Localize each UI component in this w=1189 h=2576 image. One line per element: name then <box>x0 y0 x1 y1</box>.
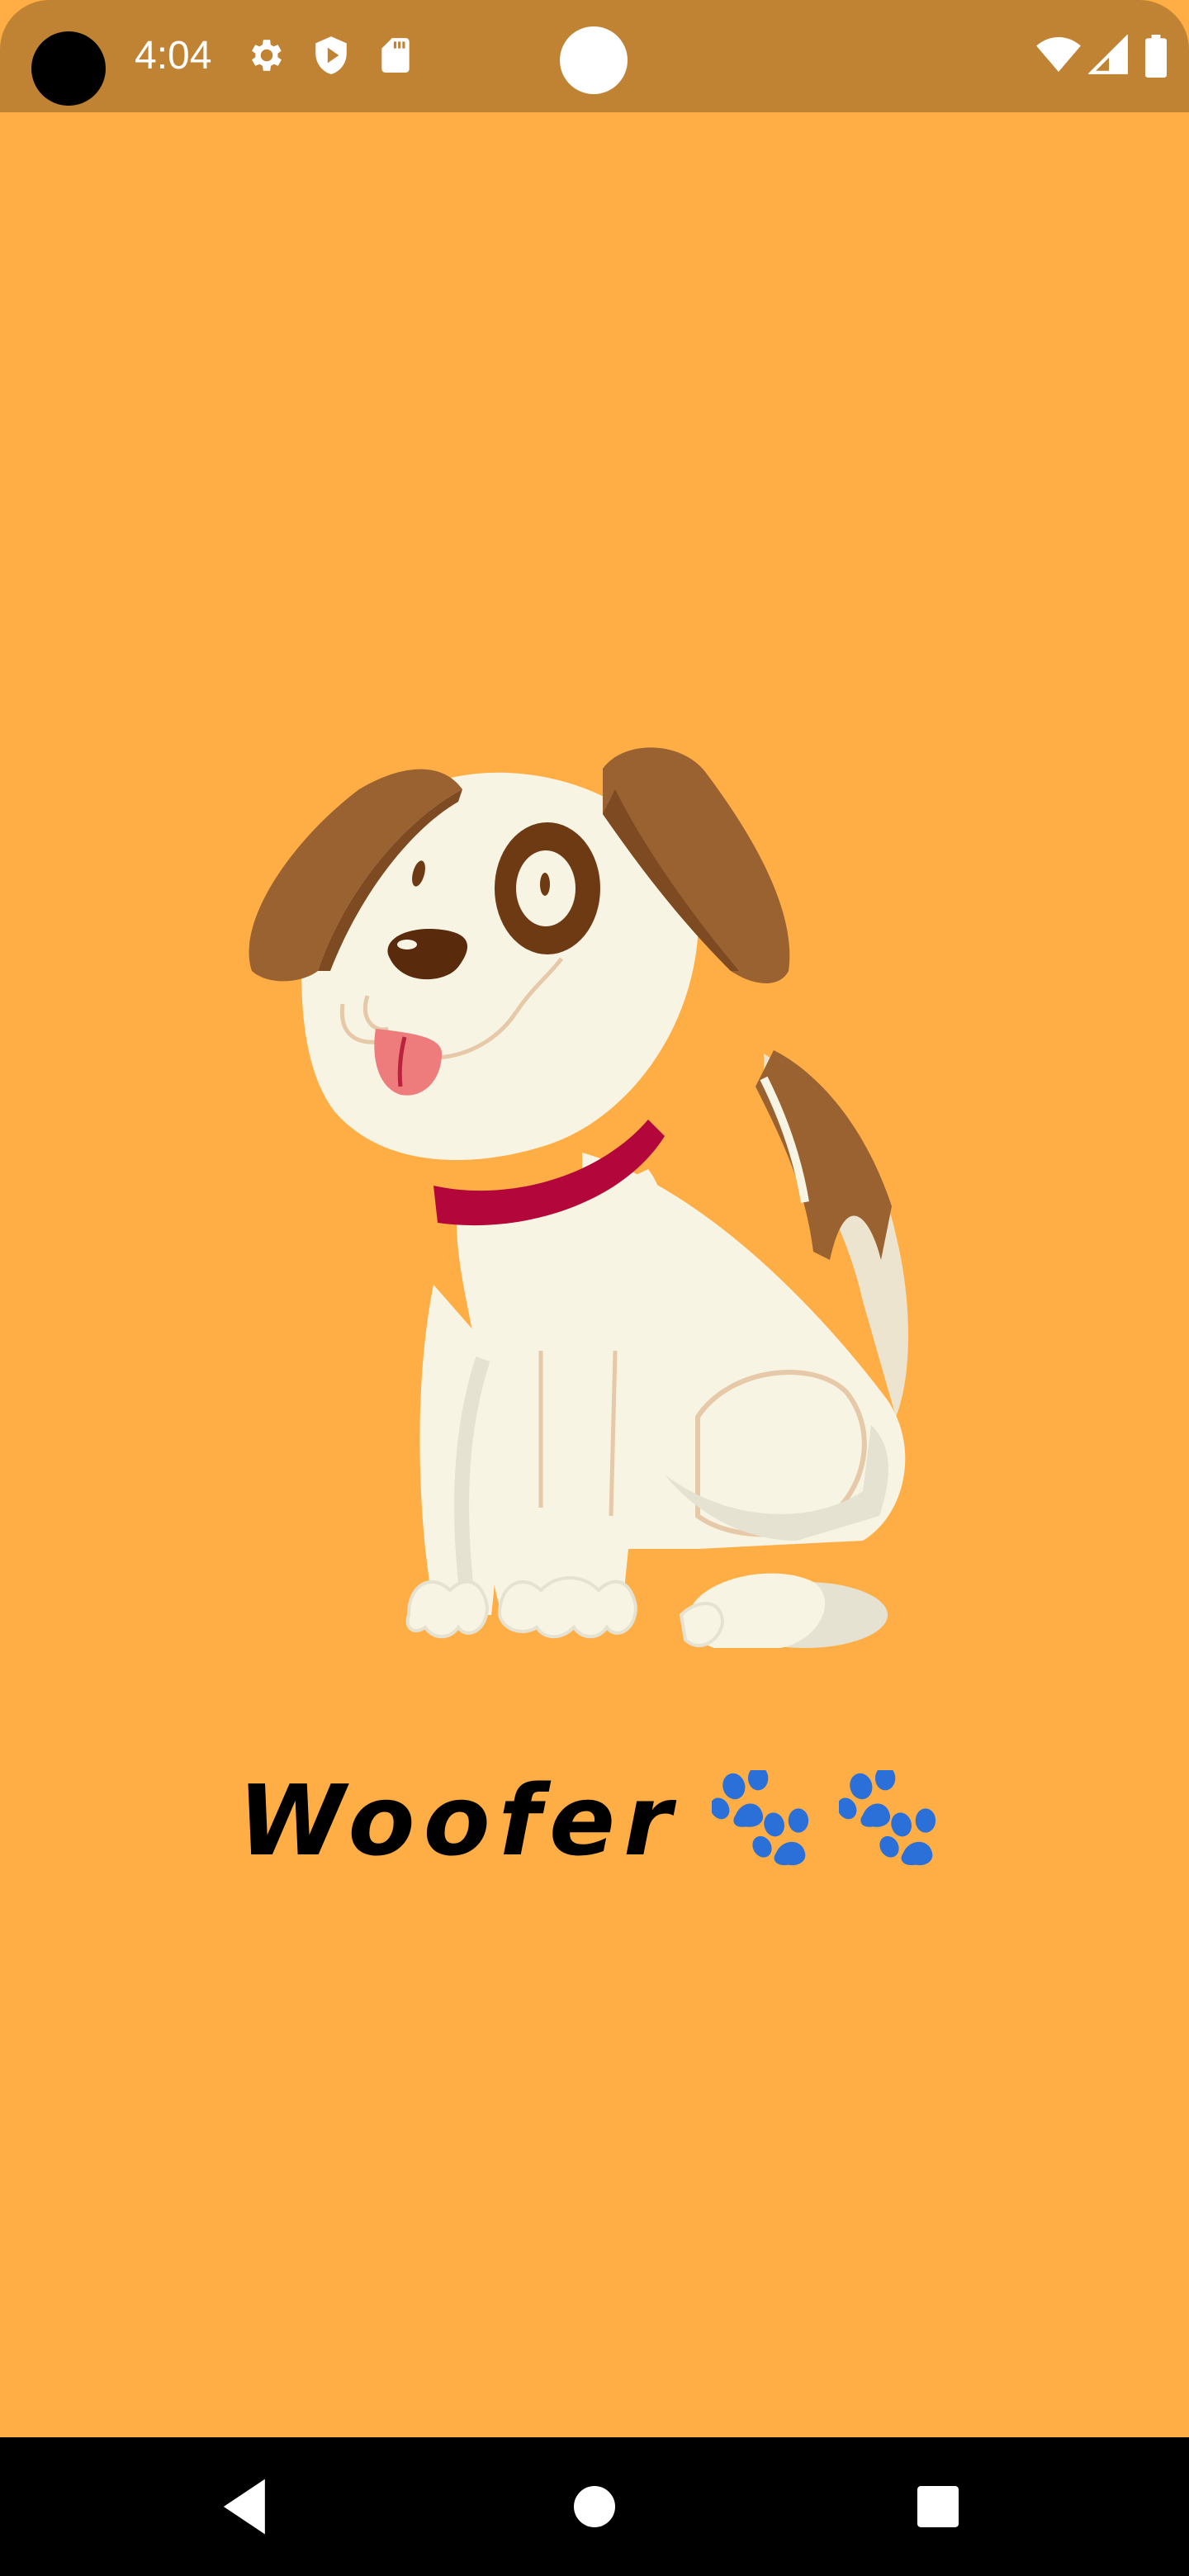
sd-card-icon <box>381 38 410 73</box>
navigation-bar <box>0 2437 1189 2576</box>
paw-print-icon <box>711 1770 808 1866</box>
camera-cutout <box>31 31 106 106</box>
status-time: 4:04 <box>135 34 212 78</box>
shield-play-icon <box>315 36 347 74</box>
wifi-icon <box>1036 37 1081 72</box>
home-icon[interactable] <box>553 2465 636 2548</box>
status-bar: 4:04 <box>0 0 1189 112</box>
cell-signal-icon <box>1088 35 1128 74</box>
paw-print-icon <box>839 1770 936 1866</box>
battery-icon <box>1145 35 1167 78</box>
app-title: Woofer <box>237 1764 680 1878</box>
paw-prints <box>700 1770 951 1871</box>
splash-content: Woofer <box>0 112 1189 2437</box>
app-screen: 4:04 Woofer <box>0 0 1189 2576</box>
recents-icon[interactable] <box>897 2465 979 2548</box>
title-row: Woofer <box>0 1764 1189 1929</box>
dog-illustration <box>249 747 908 1648</box>
settings-icon <box>252 40 282 71</box>
back-icon[interactable] <box>206 2465 289 2548</box>
screen-record-dot <box>560 26 628 94</box>
